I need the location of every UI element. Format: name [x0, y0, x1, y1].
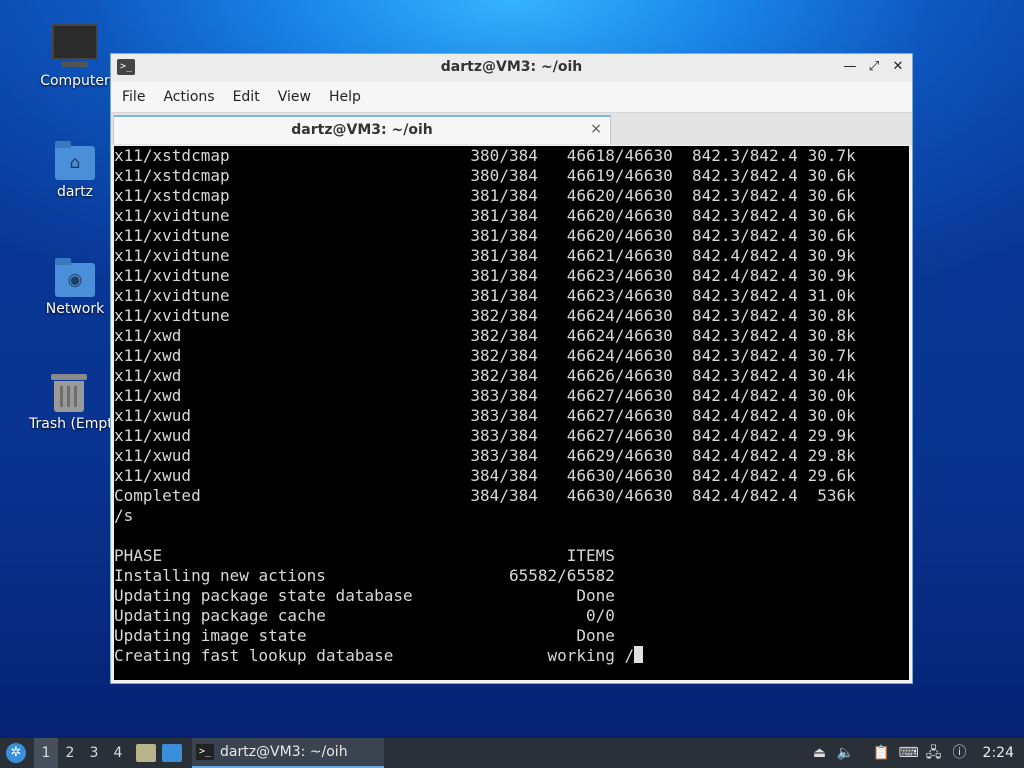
workspace-3[interactable]: 3 [82, 745, 106, 761]
minimize-icon[interactable]: — [842, 58, 858, 76]
terminal-line: x11/xvidtune 381/384 46623/46630 842.4/8… [114, 266, 856, 285]
file-manager-launcher-icon[interactable] [136, 744, 156, 762]
clipboard-icon[interactable]: 📋 [873, 744, 891, 762]
computer-icon [52, 24, 98, 67]
clock[interactable]: 2:24 [983, 745, 1014, 761]
terminal-line: x11/xwd 382/384 46624/46630 842.3/842.4 … [114, 326, 856, 345]
window-titlebar[interactable]: >_ dartz@VM3: ~/oih — ⤢ ✕ [111, 54, 912, 82]
terminal-cursor [634, 646, 644, 663]
start-menu-icon[interactable]: ✲ [6, 743, 26, 763]
tab-terminal[interactable]: dartz@VM3: ~/oih × [113, 115, 611, 144]
terminal-line: /s [114, 506, 134, 525]
terminal-line: Updating image state Done [114, 626, 615, 645]
eject-icon[interactable]: ⏏ [811, 744, 829, 762]
terminal-line: PHASE ITEMS [114, 546, 615, 565]
show-desktop-icon[interactable] [162, 744, 182, 762]
network-folder-icon: ◉ [55, 258, 95, 297]
terminal-line: x11/xwd 383/384 46627/46630 842.4/842.4 … [114, 386, 856, 405]
desktop-icon-home[interactable]: ⌂ dartz [27, 141, 123, 200]
home-folder-icon: ⌂ [55, 141, 95, 180]
taskbar: ✲ 1 2 3 4 >_ dartz@VM3: ~/oih ⏏ 🔈 📋 ⌨ 🖧 … [0, 738, 1024, 768]
workspace-2[interactable]: 2 [58, 745, 82, 761]
terminal-line: x11/xstdcmap 381/384 46620/46630 842.3/8… [114, 186, 856, 205]
terminal-line: x11/xvidtune 381/384 46623/46630 842.3/8… [114, 286, 856, 305]
taskbar-task-terminal[interactable]: >_ dartz@VM3: ~/oih [192, 738, 384, 768]
workspace-1[interactable]: 1 [34, 738, 58, 768]
tab-close-icon[interactable]: × [590, 121, 602, 137]
terminal-line: x11/xwud 383/384 46627/46630 842.4/842.4… [114, 426, 856, 445]
desktop-icon-label: Network [45, 301, 105, 317]
terminal-line: x11/xwud 383/384 46629/46630 842.4/842.4… [114, 446, 856, 465]
terminal-line: Updating package cache 0/0 [114, 606, 615, 625]
menu-edit[interactable]: Edit [224, 89, 269, 105]
maximize-icon[interactable]: ⤢ [866, 58, 882, 76]
terminal-line: Updating package state database Done [114, 586, 615, 605]
terminal-line: Creating fast lookup database working / [114, 646, 909, 666]
notification-icon[interactable]: ⓘ [951, 744, 969, 762]
terminal-line: x11/xvidtune 381/384 46620/46630 842.3/8… [114, 226, 856, 245]
network-status-icon[interactable]: 🖧 [925, 744, 943, 762]
menu-help[interactable]: Help [320, 89, 370, 105]
desktop-icon-network[interactable]: ◉ Network [27, 258, 123, 317]
terminal-task-icon: >_ [196, 744, 214, 760]
tab-bar: dartz@VM3: ~/oih × [111, 112, 912, 145]
menu-file[interactable]: File [113, 89, 154, 105]
terminal-line: Installing new actions 65582/65582 [114, 566, 615, 585]
terminal-line: x11/xstdcmap 380/384 46619/46630 842.3/8… [114, 166, 856, 185]
menu-bar: File Actions Edit View Help [111, 82, 912, 112]
close-icon[interactable]: ✕ [890, 58, 906, 76]
desktop-icon-trash[interactable]: Trash (Empty) [27, 374, 111, 432]
desktop-icon-label: Computer [40, 73, 110, 89]
trash-icon [51, 374, 87, 412]
volume-icon[interactable]: 🔈 [837, 744, 855, 762]
desktop-icon-label: Trash (Empty) [29, 416, 111, 432]
terminal-window: >_ dartz@VM3: ~/oih — ⤢ ✕ File Actions E… [110, 53, 913, 684]
system-tray: ⏏ 🔈 📋 ⌨ 🖧 ⓘ 2:24 [811, 738, 1024, 768]
menu-view[interactable]: View [269, 89, 320, 105]
terminal-output[interactable]: x11/xstdcmap 380/384 46618/46630 842.3/8… [114, 146, 909, 680]
window-title: dartz@VM3: ~/oih [440, 59, 583, 75]
terminal-line: Completed 384/384 46630/46630 842.4/842.… [114, 486, 856, 505]
terminal-line: x11/xwd 382/384 46624/46630 842.3/842.4 … [114, 346, 856, 365]
menu-actions[interactable]: Actions [154, 89, 223, 105]
task-label: dartz@VM3: ~/oih [220, 744, 348, 760]
workspace-4[interactable]: 4 [106, 745, 130, 761]
tab-title: dartz@VM3: ~/oih [291, 122, 433, 138]
terminal-line: x11/xstdcmap 380/384 46618/46630 842.3/8… [114, 146, 856, 165]
keyboard-icon[interactable]: ⌨ [899, 744, 919, 762]
terminal-line: x11/xvidtune 381/384 46621/46630 842.4/8… [114, 246, 856, 265]
desktop-icon-label: dartz [56, 184, 94, 200]
terminal-line: x11/xwud 383/384 46627/46630 842.4/842.4… [114, 406, 856, 425]
terminal-line: x11/xvidtune 382/384 46624/46630 842.3/8… [114, 306, 856, 325]
terminal-line: x11/xwud 384/384 46630/46630 842.4/842.4… [114, 466, 856, 485]
terminal-line: x11/xvidtune 381/384 46620/46630 842.3/8… [114, 206, 856, 225]
terminal-line: x11/xwd 382/384 46626/46630 842.3/842.4 … [114, 366, 856, 385]
desktop-icon-computer[interactable]: Computer [27, 24, 123, 89]
